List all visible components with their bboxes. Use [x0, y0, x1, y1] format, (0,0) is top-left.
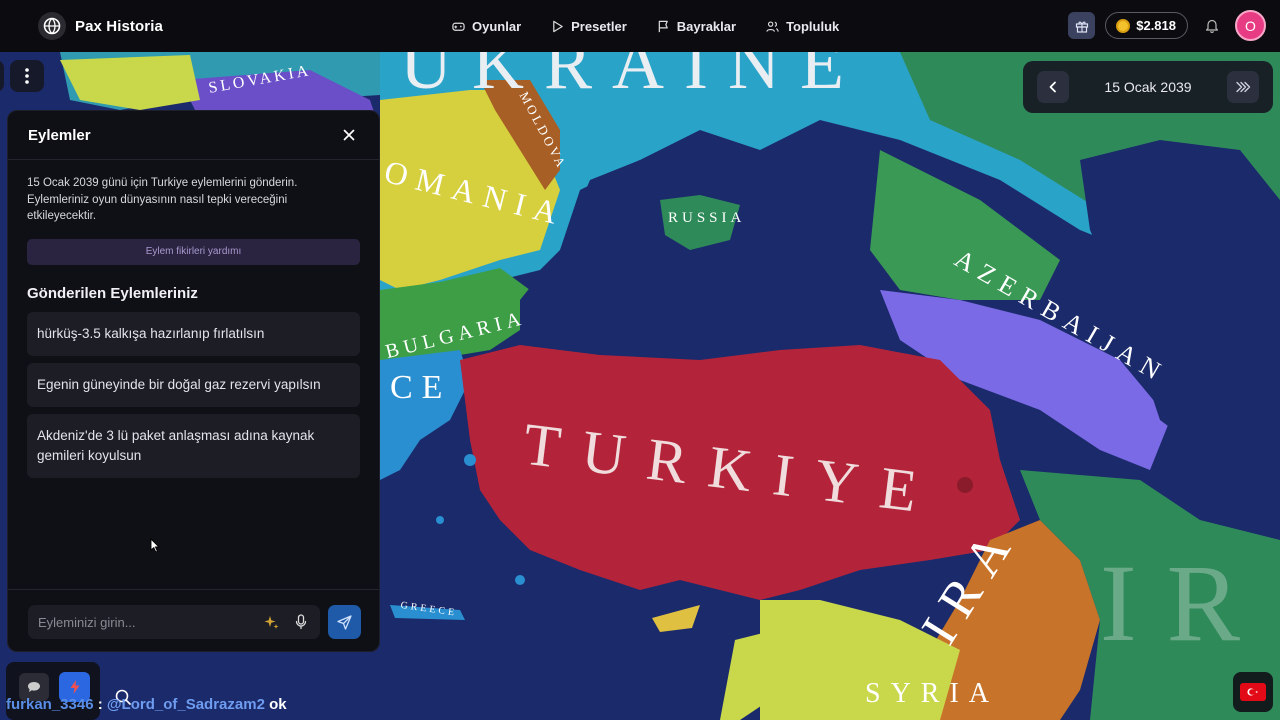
panel-divider: [8, 589, 379, 590]
chat-mention[interactable]: @Lord_of_Sadrazam2: [107, 696, 265, 713]
panel-title: Eylemler: [28, 126, 91, 144]
advance-date-button[interactable]: [1226, 71, 1259, 103]
chevron-left-icon: [1049, 81, 1056, 93]
panel-description: 15 Ocak 2039 günü için Turkiye eylemleri…: [27, 177, 298, 222]
send-button[interactable]: [328, 605, 361, 639]
label-greece-partial: CE: [390, 369, 451, 406]
right-tools: $2.818 O: [1068, 10, 1266, 41]
nav-item-oyunlar[interactable]: Oyunlar: [452, 19, 521, 34]
nav-label: Bayraklar: [676, 18, 737, 34]
date-control: 15 Ocak 2039: [1023, 61, 1273, 113]
users-icon: [766, 20, 779, 32]
globe-logo-icon: [38, 12, 66, 40]
action-item[interactable]: Egenin güneyinde bir doğal gaz rezervi y…: [27, 362, 360, 407]
panel-header: Eylemler: [8, 111, 379, 160]
action-input[interactable]: [38, 614, 250, 630]
label-syria: SYRIA: [865, 678, 999, 709]
send-icon: [337, 614, 352, 630]
nav-label: Topluluk: [786, 18, 840, 34]
bell-icon: [1205, 19, 1218, 33]
notifications-button[interactable]: [1198, 12, 1225, 39]
chat-username[interactable]: furkan_3346: [6, 696, 94, 713]
sparkle-button[interactable]: [262, 613, 280, 631]
top-bar: Pax Historia Oyunlar Presetler Bayraklar…: [0, 0, 1280, 52]
previous-date-button[interactable]: [1037, 71, 1069, 103]
turkey-flag-icon: [1240, 683, 1266, 701]
nav-item-bayraklar[interactable]: Bayraklar: [657, 19, 736, 34]
lightning-icon: [70, 680, 79, 694]
brand-name: Pax Historia: [75, 17, 163, 35]
chat-text: ok: [269, 696, 287, 713]
chat-separator: :: [97, 696, 103, 713]
nav-label: Oyunlar: [472, 18, 522, 34]
gift-button[interactable]: [1068, 12, 1096, 39]
chat-bubble-icon: [28, 682, 40, 692]
more-vertical-icon: [25, 68, 29, 84]
microphone-icon: [295, 614, 307, 630]
microphone-button[interactable]: [292, 613, 310, 631]
play-icon: [553, 20, 563, 32]
label-russia: RUSSIA: [668, 210, 745, 226]
coin-icon: [1116, 18, 1131, 33]
balance-pill[interactable]: $2.818: [1105, 12, 1188, 39]
label-iraq-partial: IR: [1100, 542, 1270, 664]
flag-icon: [658, 20, 668, 32]
triple-chevron-right-icon: [1236, 81, 1251, 93]
app-root: SLOVAKIA UKRAINE MOLDOVA OMANIA RUSSIA B…: [0, 0, 1280, 720]
action-ideas-button[interactable]: Eylem fikirleri yardımı: [27, 238, 360, 265]
close-icon: [343, 129, 355, 141]
submitted-actions-list: hürküş-3.5 kalkışa hazırlanıp fırlatılsı…: [27, 311, 360, 478]
gift-icon: [1075, 21, 1088, 33]
main-nav: Oyunlar Presetler Bayraklar Topluluk: [452, 0, 839, 52]
sparkle-icon: [264, 615, 278, 629]
action-item[interactable]: hürküş-3.5 kalkışa hazırlanıp fırlatılsı…: [27, 311, 360, 356]
balance-amount: $2.818: [1136, 18, 1176, 33]
action-item[interactable]: Akdeniz'de 3 lü paket anlaşması adına ka…: [27, 413, 360, 478]
gamepad-icon: [452, 22, 465, 31]
avatar[interactable]: O: [1235, 10, 1266, 41]
current-date: 15 Ocak 2039: [1104, 79, 1192, 95]
brand[interactable]: Pax Historia: [38, 12, 163, 40]
submitted-actions-title: Gönderilen Eylemleriniz: [27, 284, 198, 302]
nav-label: Presetler: [571, 18, 627, 34]
mouse-cursor-icon: [150, 537, 161, 558]
action-input-wrapper: [28, 605, 320, 639]
actions-panel: Eylemler 15 Ocak 2039 günü için Turkiye …: [7, 110, 380, 652]
chat-message: furkan_3346 : @Lord_of_Sadrazam2 ok: [6, 696, 287, 713]
map-menu-button[interactable]: [10, 60, 44, 92]
nav-item-presetler[interactable]: Presetler: [551, 19, 627, 34]
country-flag-button[interactable]: [1233, 672, 1273, 712]
nav-item-topluluk[interactable]: Topluluk: [766, 19, 839, 34]
close-button[interactable]: [339, 125, 359, 145]
